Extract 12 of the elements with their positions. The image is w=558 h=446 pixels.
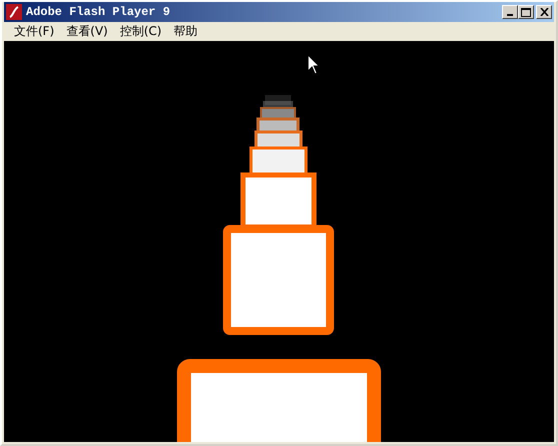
maximize-button[interactable] — [518, 5, 534, 19]
menu-item[interactable]: 控制(C) — [114, 23, 168, 40]
menu-item[interactable]: 文件(F) — [8, 23, 60, 40]
maximize-icon — [521, 8, 531, 16]
app-icon — [6, 4, 22, 20]
mouse-cursor-icon — [308, 54, 320, 75]
window-title: Adobe Flash Player 9 — [26, 5, 170, 19]
close-button[interactable] — [536, 5, 552, 19]
menu-item[interactable]: 查看(V) — [60, 23, 114, 40]
menu-item[interactable]: 帮助 — [168, 23, 204, 40]
minimize-button[interactable] — [502, 5, 518, 19]
close-icon — [540, 8, 548, 16]
